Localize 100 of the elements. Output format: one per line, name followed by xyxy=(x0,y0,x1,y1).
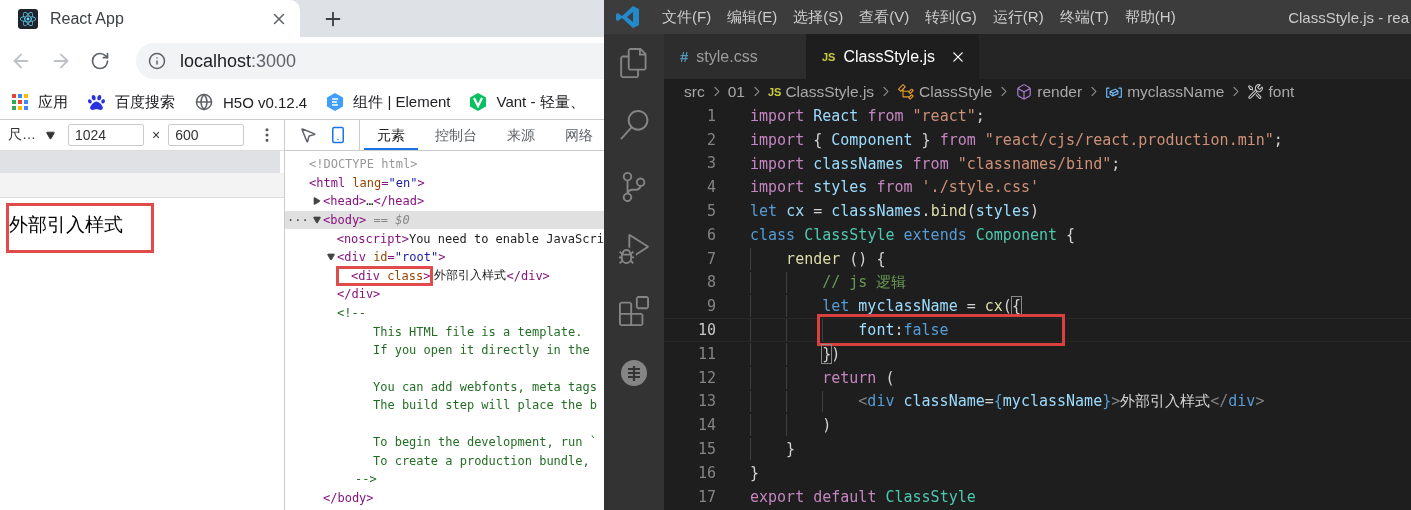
devtools-tab[interactable]: 控制台 xyxy=(422,120,490,150)
dom-node[interactable]: <div class> 外部引入样式</div> xyxy=(285,266,604,286)
line-number: 4 xyxy=(705,178,717,197)
line-number: 10 xyxy=(696,321,717,340)
search-icon[interactable] xyxy=(619,110,649,140)
globe-icon xyxy=(195,93,213,111)
run-debug-icon[interactable] xyxy=(619,234,649,264)
code-line: <div className={myclassName}>外部引入样式</div> xyxy=(858,390,1265,413)
inspect-icon[interactable] xyxy=(299,126,317,144)
line-number: 3 xyxy=(705,154,717,173)
menu-item[interactable]: 帮助(H) xyxy=(1124,7,1176,27)
line-number: 16 xyxy=(696,463,717,482)
collapsed-arrow-icon[interactable] xyxy=(313,197,321,206)
height-field[interactable]: 600 xyxy=(168,124,245,146)
dropdown-arrow-icon xyxy=(46,130,55,140)
breadcrumb[interactable]: render xyxy=(1037,82,1083,101)
code-line: import classNames from "classnames/bind"; xyxy=(750,153,1121,175)
files-icon[interactable] xyxy=(619,48,649,78)
react-logo-icon xyxy=(18,8,38,29)
line-number: 9 xyxy=(705,297,717,316)
comment-line: If you open it directly in the xyxy=(372,342,591,360)
bookmark[interactable]: Vant - 轻量、 xyxy=(470,92,585,112)
editor-tab[interactable]: # style.css xyxy=(664,34,806,79)
code-line: font:false xyxy=(820,317,1062,344)
line-number: 2 xyxy=(705,130,717,149)
closing-tag: </div> xyxy=(285,285,604,304)
comment-line: This HTML file is a template. xyxy=(372,323,584,341)
closing-tag: --> xyxy=(285,469,604,489)
bookmark[interactable]: 应用 xyxy=(12,92,68,112)
address-bar[interactable]: localhost:3000 xyxy=(136,43,604,79)
menu-item[interactable]: 转到(G) xyxy=(925,7,977,27)
coin-icon[interactable] xyxy=(619,358,649,388)
window-title: ClassStyle.js - rea xyxy=(1288,8,1409,26)
breadcrumb[interactable]: src xyxy=(684,82,705,101)
dom-node[interactable]: ··· <body> == $0 xyxy=(285,210,604,230)
line-number: 8 xyxy=(705,273,717,292)
vant-icon xyxy=(470,93,487,111)
devtools-tab[interactable]: 来源 xyxy=(494,120,548,150)
menu-item[interactable]: 终端(T) xyxy=(1059,7,1109,27)
extensions-icon[interactable] xyxy=(619,296,649,326)
breadcrumb[interactable]: 01 xyxy=(727,82,745,101)
line-number: 6 xyxy=(705,225,717,244)
device-icon[interactable] xyxy=(329,126,347,144)
code-line: // js 逻辑 xyxy=(822,272,907,293)
breadcrumb[interactable]: font xyxy=(1268,82,1295,101)
bookmark[interactable]: H5O v0.12.4 xyxy=(195,93,308,111)
line-number: 13 xyxy=(696,392,717,411)
menu-item[interactable]: 选择(S) xyxy=(793,7,844,27)
code-line: return ( xyxy=(822,367,895,389)
code-line: class ClassStyle extends Component { xyxy=(750,224,1076,246)
hexagon-icon xyxy=(327,93,344,111)
line-number: 11 xyxy=(696,344,717,363)
reload-icon[interactable] xyxy=(90,51,110,71)
expanded-arrow-icon[interactable] xyxy=(313,216,321,225)
breadcrumb[interactable]: ClassStyle xyxy=(919,82,993,101)
code-line: } xyxy=(786,439,796,461)
js-label: JS xyxy=(767,85,782,98)
code-line: export default ClassStyle xyxy=(750,486,976,508)
bookmark[interactable]: 组件 | Element xyxy=(327,92,451,112)
line-number: 17 xyxy=(696,487,717,506)
code-line: let myclassName = cx({ xyxy=(822,296,1021,318)
breadcrumb[interactable]: myclassName xyxy=(1127,82,1225,101)
devtools-tab[interactable]: 网络 xyxy=(552,120,604,150)
code-line: ) xyxy=(822,415,832,437)
comment-line: To begin the development, run ` xyxy=(372,434,598,451)
closing-tag: </body> xyxy=(285,488,604,508)
breadcrumb[interactable]: ClassStyle.js xyxy=(785,82,875,101)
line-number: 12 xyxy=(696,368,717,387)
more-dots[interactable]: ··· xyxy=(287,213,309,228)
menu-item[interactable]: 编辑(E) xyxy=(727,7,778,27)
code-line: } xyxy=(750,462,760,484)
width-field[interactable]: 1024 xyxy=(68,124,144,146)
dom-node[interactable]: <!-- xyxy=(285,303,604,323)
code-line: render () { xyxy=(786,248,886,270)
comment-line: The build step will place the b xyxy=(372,397,598,415)
line-number: 7 xyxy=(705,249,717,268)
vscode-logo-icon xyxy=(616,5,640,29)
wrench-icon xyxy=(1247,83,1265,100)
line-number: 15 xyxy=(696,440,717,459)
bookmark[interactable]: 百度搜索 xyxy=(88,92,175,112)
paw-icon xyxy=(88,93,105,111)
code-line: let cx = classNames.bind(styles) xyxy=(750,201,1039,223)
dom-node[interactable]: <div id="root"> xyxy=(285,247,604,267)
menu-item[interactable]: 文件(F) xyxy=(662,7,712,27)
browser-tab[interactable]: React App xyxy=(0,0,300,37)
dom-node[interactable]: <html lang="en"> xyxy=(285,173,604,193)
times-sign: × xyxy=(152,127,161,143)
device-preset-dropdown[interactable]: 尺… xyxy=(8,126,60,144)
expanded-arrow-icon[interactable] xyxy=(327,253,335,262)
menu-item[interactable]: 运行(R) xyxy=(992,7,1044,27)
comment-line: To create a production bundle, xyxy=(372,452,591,470)
code-line: }) xyxy=(822,343,841,365)
dom-node[interactable]: <head>…</head> xyxy=(285,192,604,211)
dom-node[interactable]: <noscript>You need to enable JavaScri xyxy=(285,229,604,248)
line-number: 1 xyxy=(705,106,717,125)
editor-tab[interactable]: JS ClassStyle.js xyxy=(806,34,980,79)
devtools-tab[interactable]: 元素 xyxy=(364,120,418,150)
code-line: import { Component } from "react/cjs/react.production.min"; xyxy=(750,129,1283,151)
line-number: 5 xyxy=(705,202,717,221)
menu-item[interactable]: 查看(V) xyxy=(859,7,910,27)
